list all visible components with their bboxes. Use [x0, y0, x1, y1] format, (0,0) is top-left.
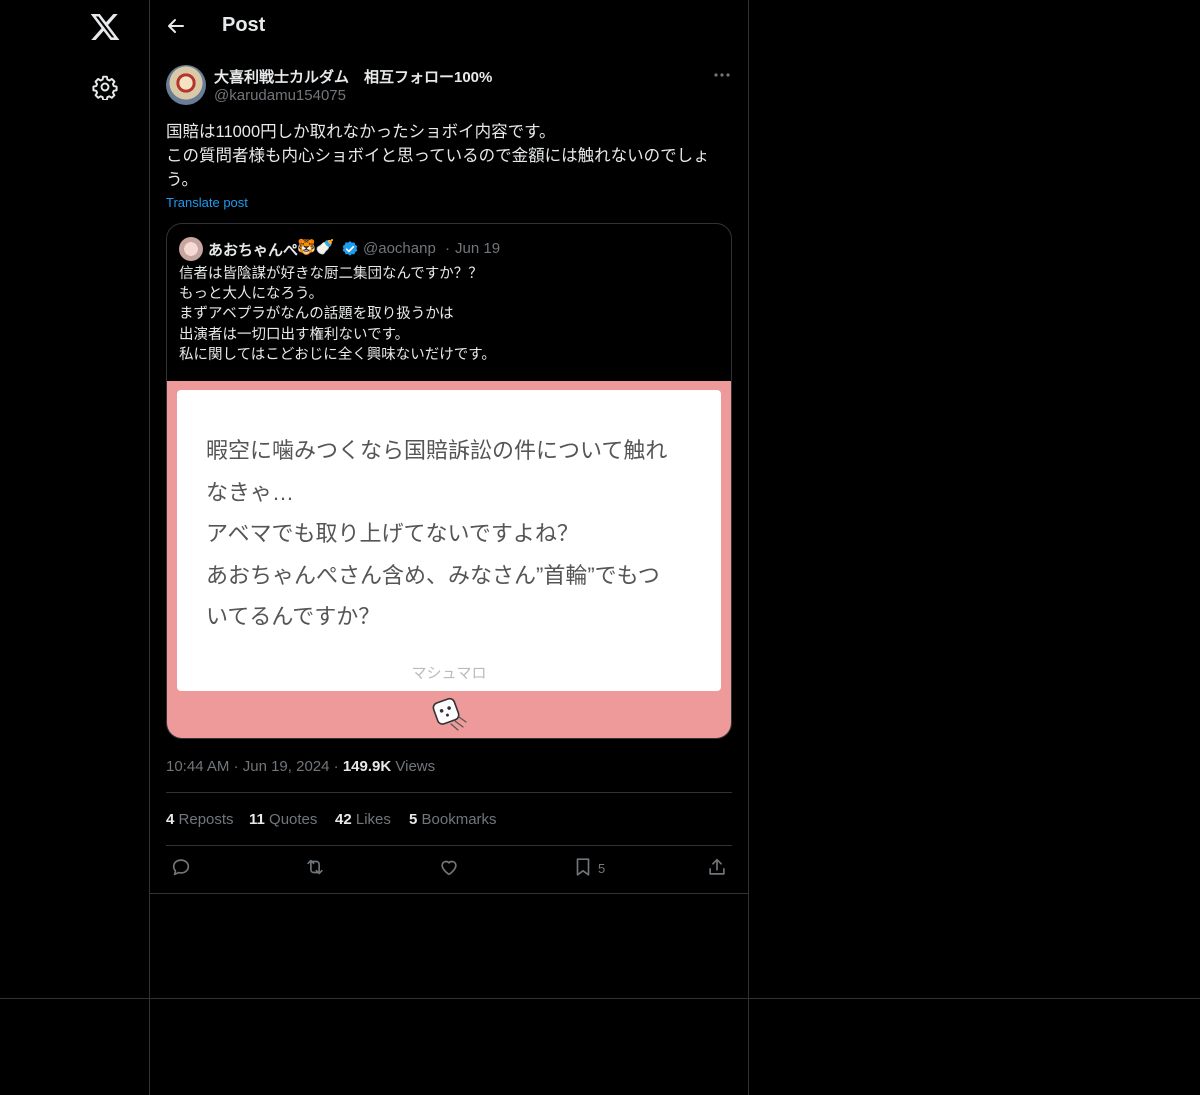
gear-icon[interactable]	[92, 74, 118, 101]
quoted-author-name: あおちゃんぺ	[208, 242, 299, 259]
separator-dot: ·	[233, 758, 239, 775]
quotes-stat[interactable]: 11 Quotes	[249, 811, 317, 828]
likes-count: 42	[335, 811, 352, 828]
repost-button[interactable]	[304, 856, 326, 882]
translate-post-link[interactable]: Translate post	[166, 195, 248, 210]
author-handle[interactable]: @karudamu154075	[214, 87, 346, 104]
marshmallow-line: アベマでも取り上げてないですよね？	[206, 521, 579, 546]
marshmallow-question: 暇空に噛みつくなら国賠訴訟の件について触れ なきゃ… アベマでも取り上げてないで…	[206, 430, 706, 638]
verified-badge-icon	[342, 241, 358, 256]
likes-label: Likes	[355, 811, 391, 828]
back-button[interactable]	[164, 14, 190, 40]
quoted-post-text: 信者は皆陰謀が好きな厨二集団なんですか？？ もっと大人になろう。 まずアベプラが…	[179, 264, 719, 365]
post-text: 国賠は11000円しか取れなかったショボイ内容です。 この質問者様も内心ショボイ…	[166, 120, 736, 192]
left-divider	[149, 0, 150, 1095]
marshmallow-line: 暇空に噛みつくなら国賠訴訟の件について触れ	[206, 438, 668, 463]
likes-stat[interactable]: 42 Likes	[335, 811, 391, 828]
bookmarks-stat[interactable]: 5 Bookmarks	[409, 811, 497, 828]
marshmallow-line: あおちゃんぺさん含め、みなさん”首輪”でもつ	[206, 562, 660, 588]
divider	[150, 893, 748, 894]
bookmarks-label: Bookmarks	[421, 811, 497, 828]
reposts-count: 4	[166, 811, 175, 828]
more-icon	[714, 73, 730, 77]
author-name[interactable]: 大喜利戦士カルダム 相互フォロー100%	[214, 66, 492, 87]
quoted-text-line: 私に関してはこどおじに全く興味ないだけです。	[179, 346, 496, 363]
quotes-label: Quotes	[269, 811, 318, 828]
reposts-label: Reposts	[178, 811, 234, 828]
quoted-text-line: 出演者は一切口出す権利ないです。	[179, 326, 410, 343]
post-text-line: この質問者様も内心ショボイと思っているので金額には触れないのでしょ	[166, 147, 710, 165]
like-button[interactable]	[438, 856, 460, 882]
page-title: Post	[222, 14, 266, 36]
divider	[166, 845, 732, 846]
quoted-author-handle: @aochanp	[363, 240, 436, 257]
reply-button[interactable]	[170, 856, 192, 882]
share-icon	[709, 858, 725, 875]
author-avatar[interactable]	[166, 65, 206, 105]
share-button[interactable]	[706, 856, 728, 882]
separator-dot: ·	[333, 758, 339, 775]
right-divider	[748, 0, 749, 1095]
views-label: Views	[395, 758, 436, 775]
separator-dot: ·	[445, 240, 450, 257]
marshmallow-footer: マシュマロ	[411, 665, 487, 682]
views-count: 149.9K	[342, 758, 392, 775]
bottom-divider	[0, 998, 1200, 999]
reply-icon	[172, 859, 190, 876]
marshmallow-line: なきゃ…	[206, 479, 295, 505]
marshmallow-mascot-icon	[432, 697, 467, 731]
bookmark-count: 5	[598, 861, 606, 876]
post-date[interactable]: Jun 19, 2024	[243, 758, 330, 775]
post-meta: 10:44 AM · Jun 19, 2024 · 149.9K Views	[166, 758, 435, 775]
more-options-button[interactable]	[710, 66, 734, 84]
bookmark-button[interactable]: 5	[572, 856, 605, 882]
quoted-text-line: 信者は皆陰謀が好きな厨二集団なんですか？？	[179, 266, 483, 282]
post-text-line: う。	[166, 171, 199, 189]
quoted-author-avatar	[179, 237, 203, 261]
reposts-stat[interactable]: 4 Reposts	[166, 811, 234, 828]
quoted-author-emoji: 🐯🍼	[297, 239, 335, 256]
post-time[interactable]: 10:44 AM	[166, 758, 229, 775]
bookmark-icon	[576, 858, 590, 876]
heart-icon	[441, 860, 457, 876]
quoted-post-date: Jun 19	[455, 240, 501, 257]
repost-icon	[307, 859, 323, 875]
divider	[166, 792, 732, 793]
quoted-text-line: まずアベプラがなんの話題を取り扱うかは	[179, 306, 454, 323]
quotes-count: 11	[249, 811, 265, 828]
arrow-left-icon	[168, 19, 184, 33]
post-text-line: 国賠は11000円しか取れなかったショボイ内容です。	[166, 123, 556, 141]
bookmarks-count: 5	[409, 811, 418, 828]
x-logo-icon[interactable]	[89, 11, 121, 43]
quoted-media-image[interactable]: 暇空に噛みつくなら国賠訴訟の件について触れ なきゃ… アベマでも取り上げてないで…	[167, 381, 731, 738]
marshmallow-line: いてるんですか？	[206, 604, 381, 629]
marshmallow-card: 暇空に噛みつくなら国賠訴訟の件について触れ なきゃ… アベマでも取り上げてないで…	[177, 390, 721, 691]
quoted-text-line: もっと大人になろう。	[179, 286, 324, 303]
quoted-post[interactable]: あおちゃんぺ 🐯🍼 @aochanp · Jun 19 信者は皆陰謀が好きな厨二…	[166, 223, 732, 739]
